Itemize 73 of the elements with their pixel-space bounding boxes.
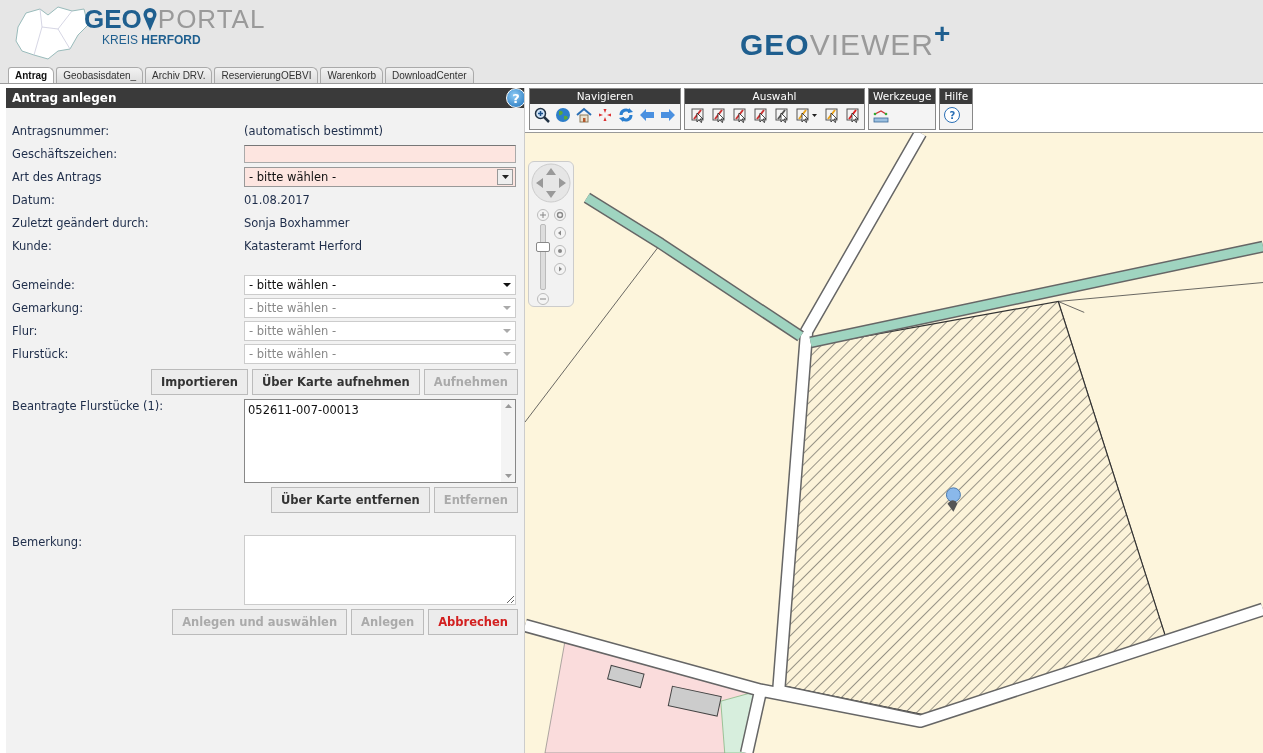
dropdown[interactable]: - bitte wählen - [244, 275, 516, 295]
globe-icon[interactable] [555, 107, 571, 123]
zoom-in-icon[interactable] [534, 107, 550, 123]
parcel-list[interactable]: 052611-007-00013 [244, 399, 516, 483]
toolbar-group-title: Auswahl [685, 89, 864, 104]
field-label: Zuletzt geändert durch: [12, 216, 150, 230]
field-label: Antragsnummer: [12, 124, 111, 138]
tab[interactable]: Warenkorb [320, 67, 384, 83]
dot-icon[interactable] [553, 245, 566, 257]
field-value: Katasteramt Herford [244, 239, 364, 253]
scroll-up-icon[interactable] [504, 404, 512, 408]
field-label: Datum: [12, 193, 56, 207]
field-label: Kunde: [12, 239, 53, 253]
scrollbar[interactable] [501, 400, 515, 482]
right-arrow-icon[interactable] [660, 107, 676, 123]
field-label: Art des Antrags [12, 170, 103, 184]
logo-text: GEO [84, 4, 142, 35]
arrows-inward-icon[interactable] [597, 107, 613, 123]
selection-tool-icon[interactable] [731, 107, 747, 123]
toolbar-group-title: Hilfe [940, 89, 973, 104]
toolbar-group-title: Navigieren [530, 89, 680, 104]
action-button[interactable]: Über Karte aufnehmen [251, 369, 420, 395]
action-button[interactable]: Über Karte entfernen [270, 487, 430, 513]
input-field[interactable] [244, 145, 516, 163]
home-icon[interactable] [576, 107, 592, 123]
field-label: Beantragte Flurstücke (1): [12, 399, 165, 413]
caret-icon [503, 306, 511, 310]
help-button[interactable]: ? [944, 107, 961, 123]
toolbar-group-title: Werkzeuge [869, 89, 936, 104]
field-label: Geschäftszeichen: [12, 147, 119, 161]
target-icon[interactable] [553, 209, 566, 221]
field-label: Bemerkung: [12, 535, 84, 549]
list-item[interactable]: 052611-007-00013 [248, 403, 498, 417]
field-label: Gemarkung: [12, 301, 85, 315]
building [667, 685, 722, 717]
action-button[interactable]: Abbrechen [428, 609, 518, 635]
slider-thumb[interactable] [535, 242, 550, 253]
field-label: Gemeinde: [12, 278, 76, 292]
action-button[interactable]: Importieren [151, 369, 248, 395]
left-arrow-icon[interactable] [639, 107, 655, 123]
selection-tool-icon[interactable] [794, 107, 818, 123]
location-pin-icon [142, 7, 157, 32]
caret-icon [503, 352, 511, 356]
logo-subtitle: KREIS HERFORD [102, 32, 201, 47]
field-value: Sonja Boxhammer [244, 216, 351, 230]
scroll-down-icon[interactable] [504, 474, 512, 478]
selection-tool-icon[interactable] [689, 107, 705, 123]
dropdown[interactable]: - bitte wählen - [244, 167, 516, 187]
selection-tool-icon[interactable] [844, 107, 860, 123]
map-marker-icon[interactable] [945, 487, 961, 512]
selection-tool-icon[interactable] [823, 107, 839, 123]
tab[interactable]: ReservierungOEBVI [214, 67, 319, 83]
remark-field[interactable] [244, 535, 516, 605]
tab[interactable]: Geobasisdaten_ [56, 67, 144, 83]
selection-tool-icon[interactable] [773, 107, 789, 123]
caret-icon [503, 329, 511, 333]
field-label: Flurstück: [12, 347, 70, 361]
building [607, 664, 645, 689]
pan-control[interactable] [531, 163, 571, 203]
tab[interactable]: Antrag [8, 67, 55, 83]
panel-title: Antrag anlegen [12, 91, 117, 105]
caret-icon [503, 283, 511, 287]
field-value: (automatisch bestimmt) [244, 124, 385, 138]
tab[interactable]: DownloadCenter [385, 67, 474, 83]
caret-icon [501, 175, 509, 179]
refresh-icon[interactable] [618, 107, 634, 123]
field-label: Flur: [12, 324, 39, 338]
logo-text: PORTAL [157, 4, 266, 35]
cadastral-map[interactable] [525, 133, 1263, 753]
selection-tool-icon[interactable] [752, 107, 768, 123]
tab[interactable]: Archiv DRV. [145, 67, 213, 83]
field-value: 01.08.2017 [244, 193, 311, 207]
selection-tool-icon[interactable] [710, 107, 726, 123]
